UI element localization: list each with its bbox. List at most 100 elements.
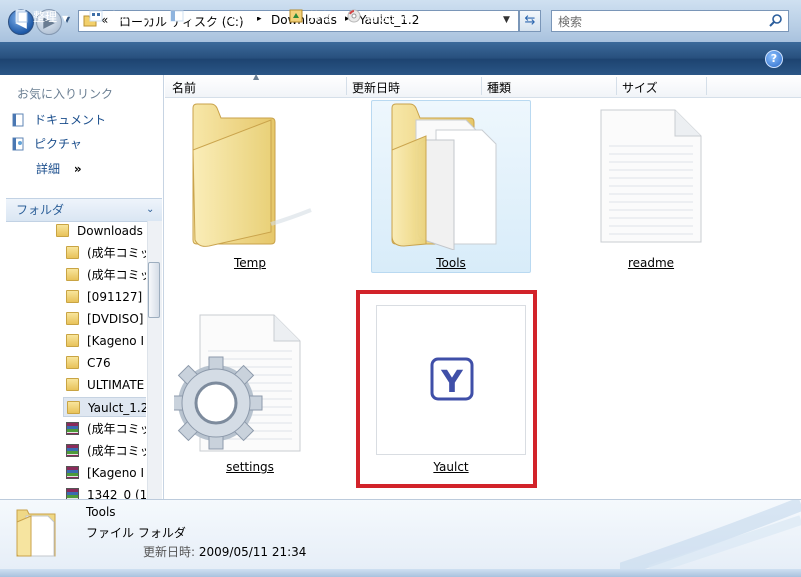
archive-icon bbox=[66, 444, 79, 457]
settings-document-icon bbox=[174, 314, 301, 452]
views-label: 表示 bbox=[108, 10, 133, 24]
favorite-documents-label: ドキュメント bbox=[34, 113, 107, 127]
favorite-links-title: お気に入りリンク bbox=[17, 87, 114, 101]
folder-empty-icon bbox=[192, 103, 312, 247]
file-label: settings bbox=[226, 460, 274, 474]
details-date-value: 2009/05/11 21:34 bbox=[198, 545, 307, 559]
folder-icon bbox=[66, 268, 79, 281]
organize-button[interactable]: 整理 ▼ bbox=[14, 8, 68, 26]
tree-item[interactable]: (成年コミッ bbox=[66, 441, 146, 461]
column-divider[interactable] bbox=[616, 77, 617, 95]
tree-item-label: [091127] bbox=[87, 290, 143, 304]
archive-icon bbox=[66, 422, 79, 435]
burn-label: 書き込む bbox=[366, 10, 415, 24]
disc-icon bbox=[347, 9, 361, 23]
views-button[interactable]: 表示 ▼ bbox=[89, 8, 152, 26]
details-type: ファイル フォルダ bbox=[86, 526, 186, 540]
chevron-down-icon: ⌄ bbox=[146, 204, 155, 215]
tree-item-label: C76 bbox=[87, 356, 111, 370]
file-item-settings[interactable]: settings bbox=[170, 305, 330, 477]
file-label: readme bbox=[627, 256, 675, 270]
address-dropdown-icon[interactable]: ▼ bbox=[503, 15, 510, 25]
views-icon bbox=[89, 9, 103, 23]
folder-docs-icon bbox=[16, 509, 56, 557]
file-label: Tools bbox=[436, 256, 466, 270]
column-divider[interactable] bbox=[706, 77, 707, 95]
double-chevron-icon: » bbox=[73, 162, 82, 176]
share-label: 共有 bbox=[308, 10, 333, 24]
folder-icon bbox=[66, 312, 79, 325]
tree-item[interactable]: [DVDISO] bbox=[66, 309, 143, 329]
favorite-documents[interactable]: ドキュメント bbox=[12, 111, 106, 129]
file-item-tools[interactable]: Tools bbox=[371, 100, 531, 272]
tree-item[interactable]: Downloads bbox=[56, 221, 143, 241]
tree-item[interactable]: 1342_0 (1 bbox=[66, 485, 146, 499]
tree-item-label: Downloads bbox=[77, 224, 143, 238]
search-icon[interactable] bbox=[768, 13, 784, 29]
tree-item-label: ULTIMATE bbox=[87, 378, 145, 392]
column-date-modified[interactable]: 更新日時 bbox=[352, 79, 400, 96]
favorite-more-link[interactable]: 詳細 » bbox=[36, 160, 82, 177]
column-type[interactable]: 種類 bbox=[487, 79, 511, 96]
chevron-down-icon: ▼ bbox=[62, 14, 69, 23]
tree-item[interactable]: [Kageno I bbox=[66, 331, 144, 351]
tree-item-label: 1342_0 (1 bbox=[87, 488, 146, 499]
tree-item[interactable]: (成年コミッ bbox=[66, 243, 146, 263]
more-label: 詳細 bbox=[36, 162, 61, 176]
tree-item[interactable]: C76 bbox=[66, 353, 111, 373]
tree-item-label: [DVDISO] bbox=[87, 312, 144, 326]
tree-item-label: (成年コミッ bbox=[87, 422, 146, 436]
column-divider[interactable] bbox=[481, 77, 482, 95]
column-divider[interactable] bbox=[346, 77, 347, 95]
details-date: 更新日時: 2009/05/11 21:34 bbox=[143, 543, 306, 560]
text-document-icon bbox=[600, 109, 702, 243]
folders-header-label: フォルダ bbox=[16, 203, 65, 217]
refresh-button[interactable]: ⇆ bbox=[519, 10, 541, 32]
details-name: Tools bbox=[86, 505, 116, 519]
column-size[interactable]: サイズ bbox=[622, 79, 658, 96]
burn-button[interactable]: 書き込む bbox=[347, 8, 414, 26]
folder-icon bbox=[56, 224, 69, 237]
explorer-button[interactable]: エクスプローラ bbox=[170, 8, 273, 26]
tree-scrollbar-thumb[interactable] bbox=[148, 262, 160, 318]
tree-item[interactable]: ULTIMATE bbox=[66, 375, 144, 395]
file-item-temp[interactable]: Temp bbox=[170, 100, 330, 272]
tree-item[interactable]: [091127] bbox=[66, 287, 142, 307]
window-bottom-border bbox=[0, 569, 801, 577]
sort-arrow-icon: ▲ bbox=[253, 72, 260, 81]
folder-icon bbox=[66, 290, 79, 303]
folder-icon bbox=[66, 334, 79, 347]
tree-item[interactable]: [Kageno I bbox=[66, 463, 144, 483]
pictures-icon bbox=[12, 137, 24, 151]
favorite-pictures-label: ピクチャ bbox=[34, 137, 82, 151]
share-button[interactable]: 共有 bbox=[289, 8, 332, 26]
details-date-label: 更新日時: bbox=[143, 545, 196, 559]
file-item-readme[interactable]: readme bbox=[571, 100, 731, 272]
folder-icon bbox=[66, 246, 79, 259]
folder-tree: Downloads (成年コミッ (成年コミッ [091127] [DVDISO… bbox=[6, 221, 146, 499]
organize-icon bbox=[14, 9, 28, 23]
folder-icon bbox=[66, 378, 79, 391]
folder-icon bbox=[66, 356, 79, 369]
share-icon bbox=[289, 9, 303, 23]
tree-item[interactable]: (成年コミッ bbox=[66, 419, 146, 439]
decorative-swoosh-icon bbox=[620, 500, 801, 570]
tree-item-selected[interactable]: Yaulct_1.2 bbox=[63, 397, 146, 417]
search-input[interactable] bbox=[556, 12, 760, 32]
archive-icon bbox=[66, 466, 79, 479]
favorite-pictures[interactable]: ピクチャ bbox=[12, 135, 82, 153]
explorer-icon bbox=[170, 9, 184, 23]
tree-item[interactable]: (成年コミッ bbox=[66, 265, 146, 285]
search-box bbox=[551, 10, 789, 32]
organize-label: 整理 bbox=[33, 10, 58, 24]
command-toolbar bbox=[0, 42, 801, 75]
folder-icon bbox=[67, 401, 80, 414]
folder-docs-icon bbox=[391, 103, 497, 250]
help-button[interactable]: ? bbox=[765, 50, 783, 68]
folders-header[interactable]: フォルダ ⌄ bbox=[6, 198, 162, 222]
highlight-annotation-box bbox=[356, 290, 537, 488]
archive-icon bbox=[66, 488, 79, 499]
tree-item-label: [Kageno I bbox=[87, 334, 144, 348]
column-name[interactable]: 名前 bbox=[172, 79, 196, 96]
explorer-label: エクスプローラ bbox=[189, 10, 273, 24]
